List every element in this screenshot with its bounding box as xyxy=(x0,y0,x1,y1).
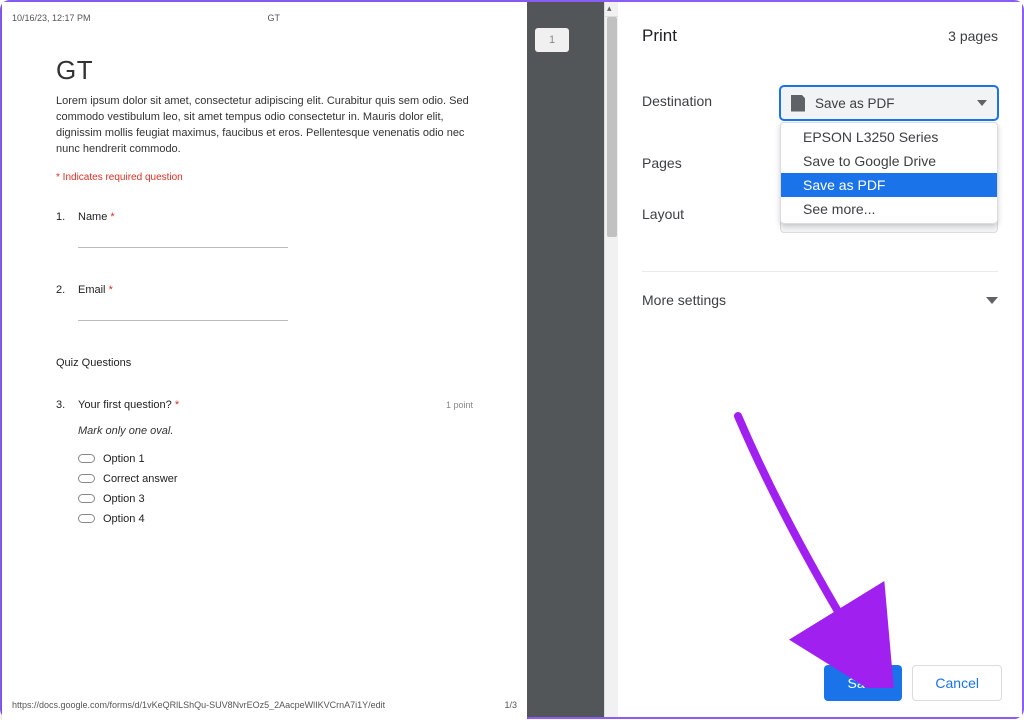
save-button[interactable]: Save xyxy=(824,665,902,701)
more-settings-label: More settings xyxy=(642,292,726,308)
asterisk-icon: * xyxy=(109,284,113,296)
destination-option[interactable]: Save as PDF xyxy=(781,173,997,197)
preview-footer-url: https://docs.google.com/forms/d/1vKeQRlL… xyxy=(12,700,385,710)
q3-option: Correct answer xyxy=(103,473,178,485)
doc-description: Lorem ipsum dolor sit amet, consectetur … xyxy=(56,94,473,158)
destination-select[interactable]: Save as PDF xyxy=(780,86,998,120)
q3-number: 3. xyxy=(56,399,78,411)
dialog-title: Print xyxy=(642,26,677,46)
required-note: * Indicates required question xyxy=(56,172,473,183)
q3-option: Option 4 xyxy=(103,513,145,525)
page-thumb-label[interactable]: 1 xyxy=(535,28,569,52)
q1-number: 1. xyxy=(56,211,78,223)
destination-dropdown[interactable]: EPSON L3250 Series Save to Google Drive … xyxy=(780,122,998,224)
section-title: Quiz Questions xyxy=(56,357,473,369)
chevron-down-icon xyxy=(986,297,998,304)
preview-scrollbar-vertical[interactable] xyxy=(604,2,618,717)
cancel-button[interactable]: Cancel xyxy=(912,665,1002,701)
pages-label: Pages xyxy=(642,148,780,171)
doc-title: GT xyxy=(56,55,473,86)
q3-hint: Mark only one oval. xyxy=(78,425,473,437)
destination-label: Destination xyxy=(642,86,780,109)
destination-option[interactable]: Save to Google Drive xyxy=(781,149,997,173)
oval-icon xyxy=(78,474,95,483)
q3-option: Option 3 xyxy=(103,493,145,505)
oval-icon xyxy=(78,514,95,523)
asterisk-icon: * xyxy=(175,399,179,411)
page-count-text: 3 pages xyxy=(948,28,998,44)
asterisk-icon: * xyxy=(110,211,114,223)
pdf-icon xyxy=(791,95,805,112)
scrollbar-thumb[interactable] xyxy=(607,17,617,237)
more-settings-toggle[interactable]: More settings xyxy=(642,271,998,328)
preview-header-title: GT xyxy=(268,13,281,23)
oval-icon xyxy=(78,494,95,503)
print-preview-pane: 10/16/23, 12:17 PM GT GT Lorem ipsum dol… xyxy=(2,2,618,717)
preview-footer-page: 1/3 xyxy=(504,700,517,710)
q3-label: Your first question? xyxy=(78,399,172,411)
q3-option: Option 1 xyxy=(103,453,145,465)
layout-label: Layout xyxy=(642,199,780,222)
destination-value: Save as PDF xyxy=(815,96,895,111)
q2-number: 2. xyxy=(56,284,78,296)
q1-input-line xyxy=(78,247,288,248)
chevron-down-icon xyxy=(977,100,987,106)
q2-input-line xyxy=(78,320,288,321)
oval-icon xyxy=(78,454,95,463)
q1-label: Name xyxy=(78,211,107,223)
preview-page-1: 10/16/23, 12:17 PM GT GT Lorem ipsum dol… xyxy=(2,2,527,720)
destination-option[interactable]: EPSON L3250 Series xyxy=(781,125,997,149)
q2-label: Email xyxy=(78,284,106,296)
preview-timestamp: 10/16/23, 12:17 PM xyxy=(12,13,91,23)
print-dialog: Print 3 pages Destination Save as PDF EP… xyxy=(618,2,1022,717)
q3-points: 1 point xyxy=(446,400,473,410)
destination-option[interactable]: See more... xyxy=(781,197,997,221)
annotation-arrow xyxy=(726,408,906,688)
